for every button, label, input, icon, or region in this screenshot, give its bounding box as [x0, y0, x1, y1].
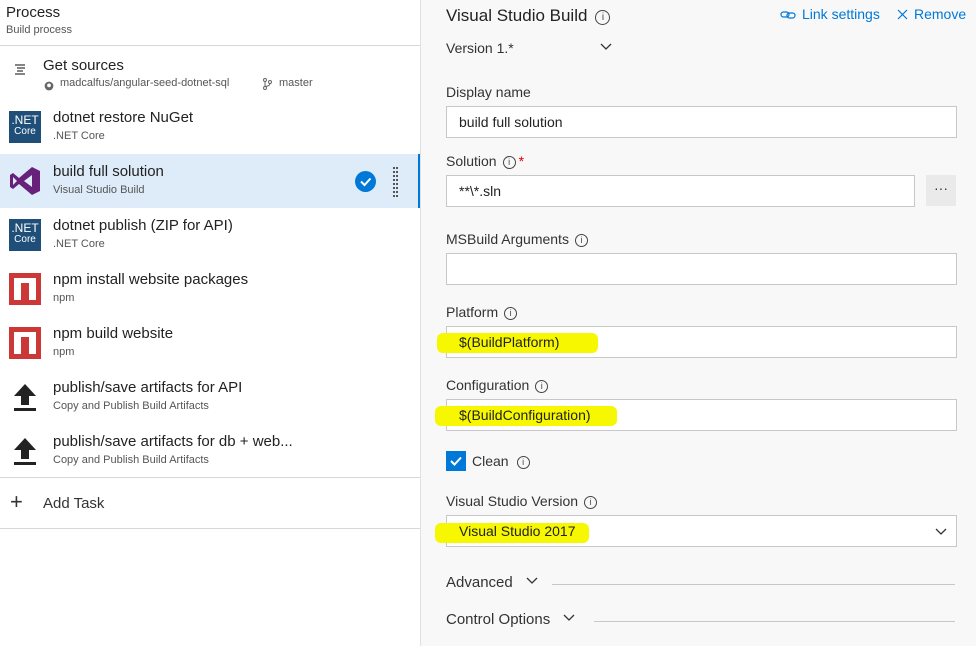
advanced-label: Advanced [446, 574, 513, 591]
vs-version-label-text: Visual Studio Version [446, 493, 579, 509]
task-name: build full solution [53, 163, 164, 180]
task-item[interactable]: .NET Core dotnet restore NuGet .NET Core [0, 100, 420, 154]
upload-icon [9, 435, 41, 467]
configuration-input[interactable]: $(BuildConfiguration) [435, 399, 957, 431]
source-list-icon [13, 62, 29, 83]
clean-checkbox[interactable] [446, 451, 466, 471]
task-name: dotnet publish (ZIP for API) [53, 217, 233, 234]
chevron-down-icon [562, 611, 576, 629]
task-item[interactable]: npm build website npm [0, 316, 420, 370]
configuration-value: $(BuildConfiguration) [459, 407, 591, 423]
clean-label-text: Clean [472, 453, 509, 469]
link-icon [780, 8, 796, 24]
task-type: Copy and Publish Build Artifacts [53, 454, 209, 466]
task-type: .NET Core [53, 130, 105, 142]
configuration-label-text: Configuration [446, 377, 530, 393]
required-marker: * [518, 153, 525, 169]
task-item[interactable]: publish/save artifacts for db + web... C… [0, 424, 420, 478]
dotnet-core-icon: .NET Core [9, 111, 41, 143]
task-name: publish/save artifacts for db + web... [53, 433, 293, 450]
vs-version-label: Visual Studio Version i [446, 493, 598, 509]
task-detail-panel: Visual Studio Build i Link settings Remov… [421, 0, 976, 646]
display-name-input[interactable]: build full solution [446, 106, 957, 138]
task-type: npm [53, 346, 75, 358]
task-name: publish/save artifacts for API [53, 379, 243, 396]
visual-studio-icon [9, 165, 41, 197]
control-options-label: Control Options [446, 611, 551, 628]
task-item[interactable]: npm install website packages npm [0, 262, 420, 316]
task-name: dotnet restore NuGet [53, 109, 194, 126]
task-list-panel: Process Build process Get sources madcal… [0, 0, 421, 646]
task-item[interactable]: publish/save artifacts for API Copy and … [0, 370, 420, 424]
link-settings-button[interactable]: Link settings [780, 6, 880, 24]
section-divider [552, 584, 955, 585]
solution-label-text: Solution [446, 153, 497, 169]
msbuild-arguments-label: MSBuild Arguments i [446, 231, 588, 247]
clean-label: Clean i [472, 453, 530, 469]
npm-icon [9, 273, 41, 305]
plus-icon: + [10, 489, 23, 514]
platform-value: $(BuildPlatform) [459, 334, 560, 350]
info-icon[interactable]: i [574, 234, 588, 247]
info-icon[interactable]: i [516, 456, 530, 469]
chevron-down-icon[interactable] [599, 40, 613, 59]
version-selector[interactable]: Version 1.* [446, 40, 514, 56]
info-icon[interactable]: i [502, 156, 516, 169]
branch-icon [262, 77, 272, 95]
platform-label-text: Platform [446, 304, 499, 320]
link-settings-label: Link settings [802, 6, 880, 22]
task-item-selected[interactable]: build full solution Visual Studio Build [0, 154, 420, 208]
configuration-label: Configuration i [446, 377, 549, 393]
npm-icon [9, 327, 41, 359]
task-type: npm [53, 292, 75, 304]
vs-version-value: Visual Studio 2017 [459, 523, 576, 539]
github-icon [44, 78, 54, 96]
get-sources-title: Get sources [43, 57, 124, 74]
task-type: Copy and Publish Build Artifacts [53, 400, 209, 412]
msbuild-arguments-input[interactable] [446, 253, 957, 285]
remove-label: Remove [914, 6, 967, 22]
task-name: npm build website [53, 325, 174, 342]
chevron-down-icon [934, 525, 948, 542]
source-branch: master [279, 77, 313, 89]
section-divider [594, 621, 955, 622]
info-icon[interactable]: i [535, 380, 549, 393]
task-type: Visual Studio Build [53, 184, 145, 196]
task-item[interactable]: .NET Core dotnet publish (ZIP for API) .N… [0, 208, 420, 262]
chevron-down-icon [525, 574, 539, 592]
task-type: .NET Core [53, 238, 105, 250]
vs-version-select[interactable]: Visual Studio 2017 [435, 515, 957, 547]
detail-title: Visual Studio Build i [446, 6, 611, 26]
add-task-button[interactable]: + Add Task [0, 477, 420, 529]
platform-input[interactable]: $(BuildPlatform) [437, 326, 957, 358]
task-name: npm install website packages [53, 271, 249, 288]
solution-input[interactable]: **\*.sln [446, 175, 915, 207]
process-header[interactable]: Process Build process [0, 0, 420, 46]
task-enabled-check-icon[interactable] [355, 171, 376, 192]
display-name-label: Display name [446, 84, 531, 100]
close-icon [897, 7, 908, 23]
browse-button[interactable]: ··· [926, 175, 956, 206]
platform-label: Platform i [446, 304, 518, 320]
get-sources-item[interactable]: Get sources madcalfus/angular-seed-dotne… [0, 46, 420, 100]
msbuild-arguments-label-text: MSBuild Arguments [446, 231, 569, 247]
info-icon[interactable]: i [584, 496, 598, 509]
remove-button[interactable]: Remove [897, 6, 966, 23]
drag-handle-icon[interactable] [393, 167, 401, 197]
info-icon[interactable]: i [595, 10, 611, 25]
process-subtitle: Build process [6, 24, 73, 36]
source-repo: madcalfus/angular-seed-dotnet-sql [60, 77, 230, 89]
upload-icon [9, 381, 41, 413]
process-title: Process [6, 4, 61, 21]
advanced-section-toggle[interactable]: Advanced [446, 574, 955, 592]
control-options-section-toggle[interactable]: Control Options [446, 611, 955, 629]
detail-title-text: Visual Studio Build [446, 6, 588, 25]
dotnet-core-icon: .NET Core [9, 219, 41, 251]
solution-label: Solution i * [446, 153, 524, 169]
add-task-label: Add Task [43, 495, 105, 512]
info-icon[interactable]: i [504, 307, 518, 320]
